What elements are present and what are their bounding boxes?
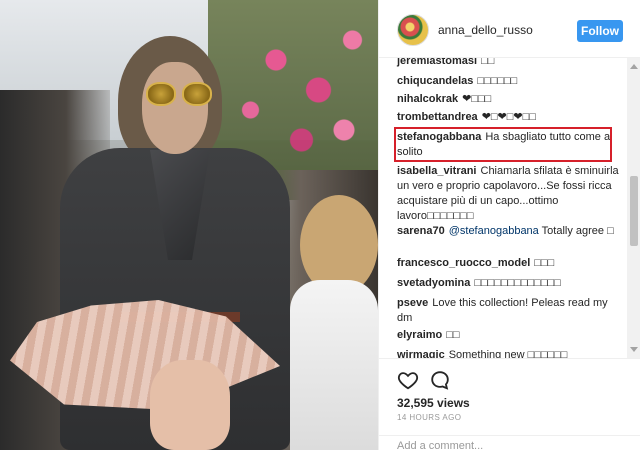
avatar[interactable] xyxy=(397,14,429,46)
comment-text: Totally agree □ xyxy=(541,225,614,237)
comment-text: □□ xyxy=(446,329,460,341)
comment-item: pseve Love this collection! Peleas read m… xyxy=(397,296,619,326)
comment-text: ❤□❤□❤□□ xyxy=(481,111,536,123)
scroll-up-icon[interactable] xyxy=(630,64,638,69)
comment-bubble-icon[interactable] xyxy=(429,369,451,391)
comment-item: wirmagic Something new □□□□□□ xyxy=(397,348,619,358)
comment-username[interactable]: svetadyomina xyxy=(397,277,470,289)
highlight-box xyxy=(394,127,612,162)
comment-username[interactable]: wirmagic xyxy=(397,349,445,358)
comments-scrollbar[interactable] xyxy=(627,58,640,358)
post-sidebar: anna_dello_russo Follow jeremiastomasi □□… xyxy=(378,0,640,450)
comment-item: trombettandrea ❤□❤□❤□□ xyxy=(397,110,619,125)
heart-icon[interactable] xyxy=(397,369,419,391)
views-count: 32,595 views xyxy=(397,396,470,410)
post-actions: 32,595 views 14 HOURS AGO xyxy=(379,358,640,450)
post-photo[interactable] xyxy=(0,0,378,450)
photo-model-face xyxy=(142,62,208,154)
comment-username[interactable]: trombettandrea xyxy=(397,111,478,123)
post-username[interactable]: anna_dello_russo xyxy=(438,23,533,37)
comment-item: nihalcokrak ❤□□□ xyxy=(397,92,619,107)
photo-sunglasses xyxy=(146,82,214,108)
comment-item: sarena70 @stefanogabbana Totally agree □ xyxy=(397,224,619,239)
add-comment-bar xyxy=(379,435,640,450)
comment-text: □□□□□□ xyxy=(477,75,518,87)
comment-username[interactable]: nihalcokrak xyxy=(397,93,458,105)
scroll-down-icon[interactable] xyxy=(630,347,638,352)
comment-item: isabella_vitrani Chiamarla sfilata è smin… xyxy=(397,164,619,224)
scrollbar-thumb[interactable] xyxy=(630,176,638,246)
comment-item: svetadyomina □□□□□□□□□□□□□ xyxy=(397,276,619,291)
comments-list[interactable]: jeremiastomasi □□ chiqucandelas □□□□□□ nihal… xyxy=(379,58,627,358)
comment-username[interactable]: elyraimo xyxy=(397,329,442,341)
post-timestamp: 14 HOURS AGO xyxy=(397,413,462,422)
comment-text: □□□□□□□□□□□□□ xyxy=(474,277,561,289)
comment-text: ❤□□□ xyxy=(462,93,492,105)
comment-item: elyraimo □□ xyxy=(397,328,619,343)
comment-item: chiqucandelas □□□□□□ xyxy=(397,74,619,89)
photo-spectator-shirt xyxy=(290,280,378,450)
comment-username[interactable]: pseve xyxy=(397,297,428,309)
comment-text: □□□ xyxy=(534,257,555,269)
comment-mention[interactable]: @stefanogabbana xyxy=(449,225,539,237)
comment-text: Something new □□□□□□ xyxy=(448,349,568,358)
post-header: anna_dello_russo Follow xyxy=(379,0,640,58)
comment-username[interactable]: francesco_ruocco_model xyxy=(397,257,530,269)
comment-username[interactable]: chiqucandelas xyxy=(397,75,473,87)
comment-username[interactable]: jeremiastomasi xyxy=(397,58,477,67)
comment-item: francesco_ruocco_model □□□ xyxy=(397,256,619,271)
add-comment-input[interactable] xyxy=(397,440,617,450)
photo-hand xyxy=(150,360,230,450)
comment-username[interactable]: isabella_vitrani xyxy=(397,165,477,177)
follow-button[interactable]: Follow xyxy=(577,20,623,42)
comment-item: jeremiastomasi □□ xyxy=(397,58,619,69)
comment-text: Love this collection! Peleas read my dm xyxy=(397,297,608,324)
comment-text: □□ xyxy=(481,58,495,67)
comment-username[interactable]: sarena70 xyxy=(397,225,445,237)
